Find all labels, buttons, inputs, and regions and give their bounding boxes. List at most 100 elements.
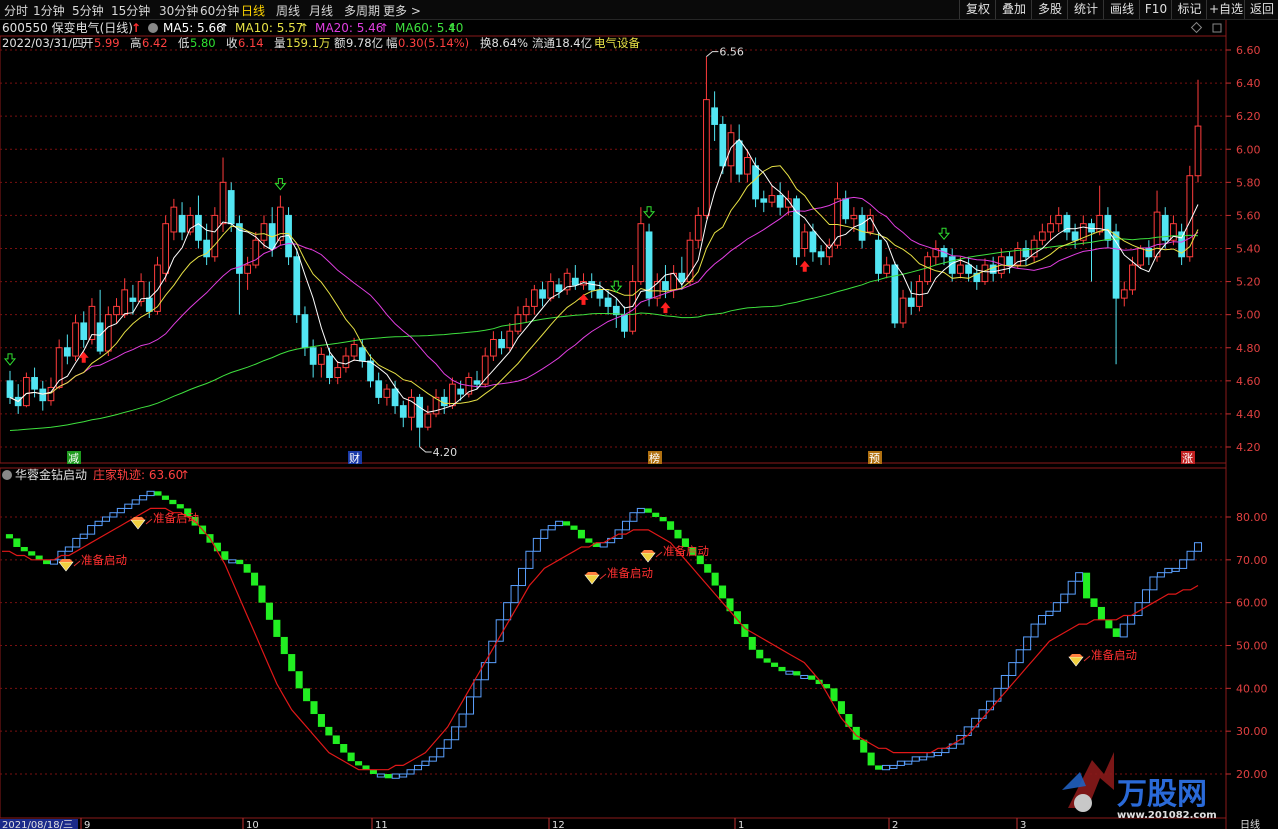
indicator-block-up <box>79 533 88 539</box>
candle-body <box>842 198 850 220</box>
stock-title: 600550 保变电气(日线) <box>2 20 133 35</box>
indicator-block-up <box>436 747 445 758</box>
candle-body <box>293 256 301 316</box>
candle-body <box>96 322 104 352</box>
candle-body <box>326 355 333 379</box>
candle-body <box>637 223 645 283</box>
indicator-block-up <box>428 756 437 762</box>
buy-arrow-icon <box>799 260 810 272</box>
indicator-block-up <box>1015 649 1024 664</box>
indicator-block-down <box>756 649 764 659</box>
quote-field: 流通18.4亿 <box>532 36 592 50</box>
indicator-block-up <box>421 760 430 766</box>
quote-field: 2022/03/31/四 <box>2 36 84 50</box>
indicator-block-up <box>376 773 385 778</box>
candle-body <box>391 388 399 407</box>
indicator-block-up <box>1067 580 1076 595</box>
quote-field: 6.42 <box>142 36 168 50</box>
indicator-block-up <box>1037 615 1047 625</box>
indicator-block-up <box>124 503 133 509</box>
signal-marker[interactable] <box>58 559 81 572</box>
indicator-block-up <box>1075 572 1084 582</box>
candle-body <box>539 289 546 299</box>
price-tick-label: 6.20 <box>1236 110 1261 123</box>
settings-icon[interactable] <box>148 23 158 33</box>
indicator-block-down <box>273 619 281 637</box>
indicator-tick-label: 30.00 <box>1236 725 1268 738</box>
candle-body <box>1129 264 1136 291</box>
candle-body <box>1038 231 1046 241</box>
indicator-block-up <box>1134 602 1143 617</box>
diamond-signal-icon <box>58 561 74 572</box>
diamond-signal-icon-top <box>1069 654 1083 657</box>
watermark-url: www.201082.com <box>1117 810 1217 821</box>
candle-body <box>170 206 178 233</box>
settings-icon[interactable] <box>2 470 12 480</box>
candle-body <box>621 314 628 332</box>
indicator-block-down <box>317 714 325 727</box>
indicator-block-up <box>933 752 943 757</box>
indicator-block-down <box>20 546 28 552</box>
low-pointer <box>419 446 432 453</box>
indicator-block-up <box>116 507 125 514</box>
signal-marker[interactable] <box>1068 654 1091 667</box>
indicator-block-down <box>875 765 883 770</box>
indicator-block-down <box>303 688 311 702</box>
indicator-block-up <box>480 662 489 681</box>
indicator-block-up <box>785 670 794 675</box>
indicator-block-up <box>540 529 549 539</box>
candle-body <box>1120 289 1128 299</box>
candle-body <box>244 264 251 274</box>
candle-body <box>555 284 563 293</box>
quote-field: 0.30(5.14%) <box>398 36 469 50</box>
candle-body <box>678 272 686 283</box>
signal-marker[interactable] <box>584 572 607 585</box>
indicator-block-up <box>1179 559 1188 569</box>
ma-arrow-icon: ↑ <box>447 21 457 35</box>
indicator-block-down <box>384 774 392 779</box>
candle-body <box>211 214 219 258</box>
indicator-block-up <box>101 516 111 522</box>
diamond-icon[interactable] <box>1190 21 1203 34</box>
indicator-block-down <box>288 654 296 672</box>
indicator-block-down <box>726 598 734 612</box>
quote-field: 6.14 <box>238 36 264 50</box>
indicator-block-down <box>1090 598 1098 607</box>
indicator-block-down <box>362 765 370 770</box>
square-icon[interactable] <box>1212 23 1222 33</box>
indicator-block-up <box>532 537 541 552</box>
signal-label: 准备启动 <box>153 511 199 525</box>
diamond-signal-icon-top <box>131 517 145 520</box>
price-tick-label: 5.20 <box>1236 276 1261 289</box>
signal-marker[interactable] <box>130 517 153 530</box>
candle-body <box>899 297 907 324</box>
quote-field: 幅 <box>386 36 398 50</box>
candle-body <box>350 343 358 357</box>
candle-body <box>227 190 235 225</box>
quote-field: 9.78亿 <box>346 36 383 50</box>
indicator-block-down <box>667 521 675 530</box>
candle-body <box>121 289 129 316</box>
indicator-block-down <box>808 675 816 680</box>
candle-body <box>219 181 227 225</box>
price-tick-label: 4.40 <box>1236 408 1261 421</box>
candle-body <box>834 198 841 246</box>
candle-body <box>801 231 809 249</box>
chart-canvas: 6.60 6.40 6.20 6.00 5.80 5.60 5.40 5.20 5.00 4.80… <box>0 20 1268 829</box>
candle-body <box>6 380 14 398</box>
candle-body <box>965 264 972 274</box>
indicator-block-up <box>800 674 809 679</box>
indicator-tick-label: 80.00 <box>1236 511 1268 524</box>
indicator-block-down <box>793 671 801 676</box>
indicator-block-down <box>310 701 318 715</box>
candle-body <box>55 347 63 388</box>
candle-body <box>309 347 317 365</box>
event-marker-label: 涨 <box>1182 452 1193 465</box>
diamond-signal-icon-top <box>585 572 599 575</box>
month-label: 2 <box>892 820 898 829</box>
event-marker-label: 预 <box>869 452 880 465</box>
indicator-block-down <box>161 495 169 500</box>
indicator-block-down <box>154 491 162 496</box>
indicator-block-up <box>413 764 423 771</box>
indicator-block-up <box>1186 550 1195 561</box>
